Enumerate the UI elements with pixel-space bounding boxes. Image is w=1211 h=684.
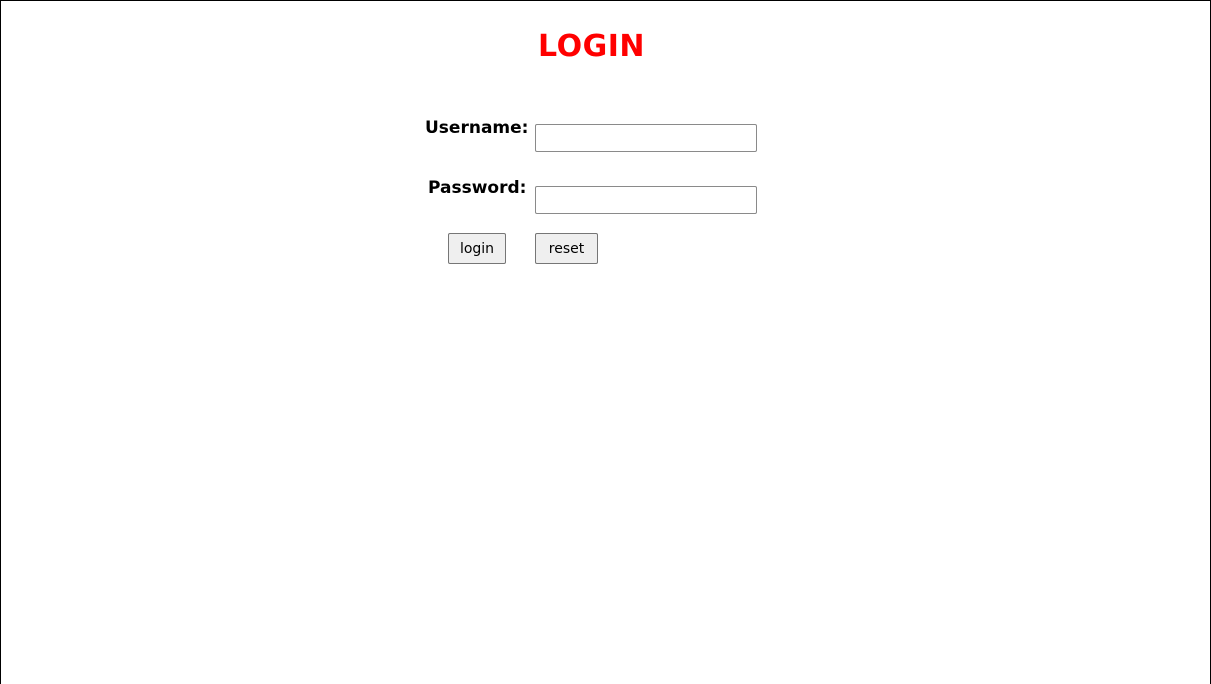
page-title: LOGIN xyxy=(538,29,645,64)
username-label: Username: xyxy=(425,118,529,138)
login-button[interactable]: login xyxy=(448,233,506,264)
password-field[interactable] xyxy=(535,186,757,214)
reset-button[interactable]: reset xyxy=(535,233,598,264)
username-field[interactable] xyxy=(535,124,757,152)
page-frame: LOGIN Username: Password: login reset xyxy=(0,0,1211,684)
password-label: Password: xyxy=(428,178,527,198)
